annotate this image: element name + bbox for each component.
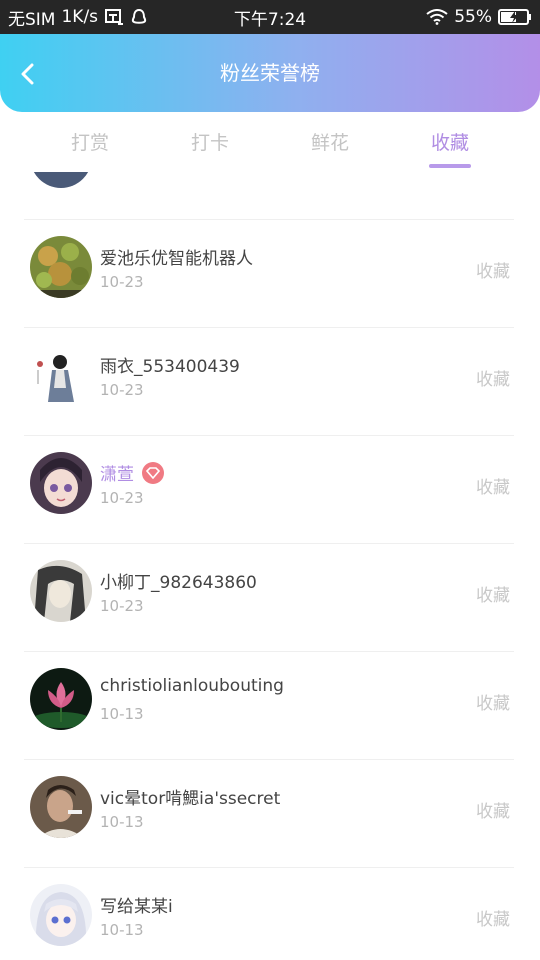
tab-bar: 打赏 打卡 鲜花 收藏 <box>0 112 540 172</box>
user-name: 写给某某i <box>100 897 173 917</box>
list-item-partial <box>0 172 540 220</box>
vip-diamond-icon <box>142 461 164 484</box>
ink-painting-avatar[interactable] <box>30 344 92 406</box>
favorite-label: 收藏 <box>476 478 510 498</box>
battery-charging-icon <box>498 9 532 25</box>
favorite-date: 10-13 <box>100 921 144 939</box>
divider <box>24 219 514 220</box>
tab-tips[interactable]: 打赏 <box>50 128 130 155</box>
favorite-label: 收藏 <box>476 370 510 390</box>
favorite-date: 10-23 <box>100 381 144 399</box>
list-item[interactable]: 雨衣_553400439 10-23 收藏 <box>0 329 540 437</box>
list-item[interactable]: 爱池乐优智能机器人 10-23 收藏 <box>0 221 540 329</box>
anime-white-hair-avatar[interactable] <box>30 884 92 946</box>
anime-girl-avatar[interactable] <box>30 452 92 514</box>
list-item[interactable]: 写给某某i 10-13 收藏 <box>0 869 540 960</box>
fan-list[interactable]: 爱池乐优智能机器人 10-23 收藏 雨衣_553400439 10-23 收藏 <box>0 172 540 960</box>
lotus-flower-avatar[interactable] <box>30 668 92 730</box>
active-tab-indicator <box>429 164 471 168</box>
qq-penguin-icon <box>130 8 148 26</box>
favorite-date: 10-13 <box>100 705 144 723</box>
list-item[interactable]: vic晕tor啃鰓ia'ssecret 10-13 收藏 <box>0 761 540 869</box>
favorite-label: 收藏 <box>476 262 510 282</box>
user-name: 小柳丁_982643860 <box>100 573 257 593</box>
user-name: christiolianloubouting <box>100 676 284 696</box>
list-item[interactable]: christiolianloubouting 10-13 收藏 <box>0 653 540 761</box>
header-bar: 粉丝荣誉榜 <box>0 34 540 112</box>
food-photo-avatar[interactable] <box>30 236 92 298</box>
tab-checkin[interactable]: 打卡 <box>170 128 250 155</box>
divider <box>24 327 514 328</box>
favorite-label: 收藏 <box>476 910 510 930</box>
divider <box>24 651 514 652</box>
list-item[interactable]: 小柳丁_982643860 10-23 收藏 <box>0 545 540 653</box>
list-item[interactable]: 潇萱 10-23 收藏 <box>0 437 540 545</box>
favorite-label: 收藏 <box>476 586 510 606</box>
user-name: 雨衣_553400439 <box>100 357 240 377</box>
avatar <box>30 172 92 188</box>
tab-favorites[interactable]: 收藏 <box>410 128 490 155</box>
favorite-date: 10-23 <box>100 489 144 507</box>
page-title: 粉丝荣誉榜 <box>220 61 320 85</box>
favorite-date: 10-13 <box>100 813 144 831</box>
user-name: 爱池乐优智能机器人 <box>100 249 253 269</box>
man-photo-avatar[interactable] <box>30 776 92 838</box>
user-name: 潇萱 <box>100 460 164 485</box>
wifi-icon <box>426 9 448 25</box>
tab-flowers[interactable]: 鲜花 <box>290 128 370 155</box>
divider <box>24 435 514 436</box>
divider <box>24 867 514 868</box>
battery-percent: 55% <box>454 7 492 27</box>
sketch-portrait-avatar[interactable] <box>30 560 92 622</box>
notification-icon <box>104 8 124 26</box>
status-bar: 无SIM 1K/s 下午7:24 55% <box>0 0 540 34</box>
user-name: vic晕tor啃鰓ia'ssecret <box>100 789 281 809</box>
favorite-label: 收藏 <box>476 694 510 714</box>
carrier-label: 无SIM <box>8 9 56 30</box>
network-speed: 1K/s <box>61 7 99 27</box>
favorite-date: 10-23 <box>100 273 144 291</box>
divider <box>24 543 514 544</box>
favorite-label: 收藏 <box>476 802 510 822</box>
favorite-date: 10-23 <box>100 597 144 615</box>
divider <box>24 759 514 760</box>
